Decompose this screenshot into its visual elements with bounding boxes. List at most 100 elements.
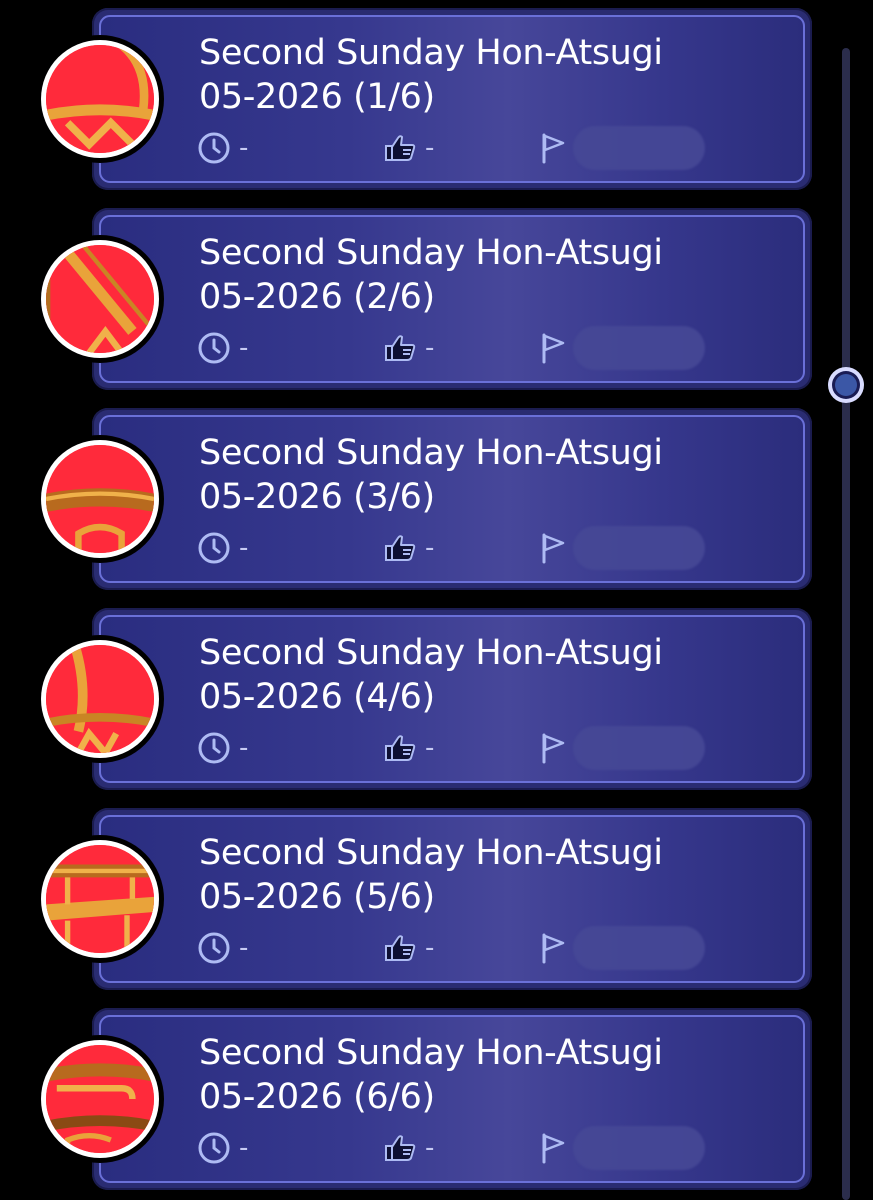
likes-value: - xyxy=(425,733,435,763)
duration-stat: - xyxy=(197,328,248,368)
item-title: Second Sunday Hon-Atsugi 05-2026 (6/6) xyxy=(199,1033,663,1117)
badge-image xyxy=(46,445,154,553)
medal-list: Second Sunday Hon-Atsugi 05-2026 (1/6) -… xyxy=(0,0,873,1200)
badge-image xyxy=(46,1045,154,1153)
medal-badge[interactable] xyxy=(36,635,164,763)
thumbs-up-icon xyxy=(385,735,416,761)
badge-ring xyxy=(41,840,159,958)
likes-stat: - xyxy=(383,528,434,568)
owner-stat xyxy=(539,526,705,570)
owner-name-redacted xyxy=(573,926,705,970)
flag-icon xyxy=(542,333,565,364)
item-stats: - - xyxy=(101,1126,803,1170)
clock-icon xyxy=(198,732,230,764)
badge-image xyxy=(46,845,154,953)
list-item[interactable]: Second Sunday Hon-Atsugi 05-2026 (3/6) -… xyxy=(92,408,812,590)
item-title: Second Sunday Hon-Atsugi 05-2026 (1/6) xyxy=(199,33,663,117)
medal-badge[interactable] xyxy=(36,1035,164,1163)
owner-name-redacted xyxy=(573,126,705,170)
thumbs-up-icon xyxy=(385,935,416,961)
item-title: Second Sunday Hon-Atsugi 05-2026 (2/6) xyxy=(199,233,663,317)
scrollbar-thumb-ring xyxy=(832,371,860,399)
medal-badge[interactable] xyxy=(36,35,164,163)
badge-ring xyxy=(41,40,159,158)
duration-value: - xyxy=(239,533,249,563)
flag-icon xyxy=(542,533,565,564)
owner-stat xyxy=(539,1126,705,1170)
item-stats: - - xyxy=(101,726,803,770)
badge-ring xyxy=(41,440,159,558)
owner-stat xyxy=(539,326,705,370)
thumbs-up-icon xyxy=(385,535,416,561)
item-stats: - - xyxy=(101,326,803,370)
likes-value: - xyxy=(425,1133,435,1163)
flag-icon xyxy=(542,733,565,764)
clock-icon xyxy=(198,1132,230,1164)
card-body: Second Sunday Hon-Atsugi 05-2026 (5/6) -… xyxy=(99,815,805,983)
duration-stat: - xyxy=(197,528,248,568)
owner-name-redacted xyxy=(573,726,705,770)
likes-value: - xyxy=(425,933,435,963)
scrollbar-thumb-core xyxy=(835,374,857,396)
medal-badge[interactable] xyxy=(36,835,164,963)
item-stats: - - xyxy=(101,526,803,570)
flag-icon xyxy=(542,933,565,964)
clock-icon xyxy=(198,332,230,364)
thumbs-up-icon xyxy=(385,135,416,161)
likes-value: - xyxy=(425,133,435,163)
duration-value: - xyxy=(239,333,249,363)
likes-value: - xyxy=(425,333,435,363)
duration-stat: - xyxy=(197,128,248,168)
item-title: Second Sunday Hon-Atsugi 05-2026 (5/6) xyxy=(199,833,663,917)
likes-stat: - xyxy=(383,128,434,168)
badge-image xyxy=(46,645,154,753)
flag-icon xyxy=(542,133,565,164)
duration-stat: - xyxy=(197,1128,248,1168)
duration-value: - xyxy=(239,133,249,163)
clock-icon xyxy=(198,132,230,164)
item-title: Second Sunday Hon-Atsugi 05-2026 (4/6) xyxy=(199,633,663,717)
owner-name-redacted xyxy=(573,1126,705,1170)
clock-icon xyxy=(198,932,230,964)
likes-stat: - xyxy=(383,328,434,368)
list-item[interactable]: Second Sunday Hon-Atsugi 05-2026 (6/6) -… xyxy=(92,1008,812,1190)
likes-value: - xyxy=(425,533,435,563)
badge-image xyxy=(46,45,154,153)
badge-ring xyxy=(41,1040,159,1158)
owner-stat xyxy=(539,726,705,770)
thumbs-up-icon xyxy=(385,335,416,361)
owner-stat xyxy=(539,926,705,970)
list-item[interactable]: Second Sunday Hon-Atsugi 05-2026 (1/6) -… xyxy=(92,8,812,190)
owner-name-redacted xyxy=(573,326,705,370)
owner-stat xyxy=(539,126,705,170)
duration-value: - xyxy=(239,733,249,763)
medal-badge[interactable] xyxy=(36,235,164,363)
card-body: Second Sunday Hon-Atsugi 05-2026 (2/6) -… xyxy=(99,215,805,383)
thumbs-up-icon xyxy=(385,1135,416,1161)
list-item[interactable]: Second Sunday Hon-Atsugi 05-2026 (5/6) -… xyxy=(92,808,812,990)
card-body: Second Sunday Hon-Atsugi 05-2026 (4/6) -… xyxy=(99,615,805,783)
card-body: Second Sunday Hon-Atsugi 05-2026 (6/6) -… xyxy=(99,1015,805,1183)
owner-name-redacted xyxy=(573,526,705,570)
item-stats: - - xyxy=(101,926,803,970)
badge-image xyxy=(46,245,154,353)
duration-value: - xyxy=(239,933,249,963)
list-item[interactable]: Second Sunday Hon-Atsugi 05-2026 (4/6) -… xyxy=(92,608,812,790)
badge-ring xyxy=(41,240,159,358)
list-item[interactable]: Second Sunday Hon-Atsugi 05-2026 (2/6) -… xyxy=(92,208,812,390)
flag-icon xyxy=(542,1133,565,1164)
duration-value: - xyxy=(239,1133,249,1163)
card-body: Second Sunday Hon-Atsugi 05-2026 (1/6) -… xyxy=(99,15,805,183)
scrollbar-thumb[interactable] xyxy=(828,367,864,403)
badge-ring xyxy=(41,640,159,758)
duration-stat: - xyxy=(197,928,248,968)
duration-stat: - xyxy=(197,728,248,768)
item-stats: - - xyxy=(101,126,803,170)
likes-stat: - xyxy=(383,1128,434,1168)
clock-icon xyxy=(198,532,230,564)
likes-stat: - xyxy=(383,728,434,768)
scrollbar-track[interactable] xyxy=(842,48,850,1200)
medal-badge[interactable] xyxy=(36,435,164,563)
card-body: Second Sunday Hon-Atsugi 05-2026 (3/6) -… xyxy=(99,415,805,583)
item-title: Second Sunday Hon-Atsugi 05-2026 (3/6) xyxy=(199,433,663,517)
